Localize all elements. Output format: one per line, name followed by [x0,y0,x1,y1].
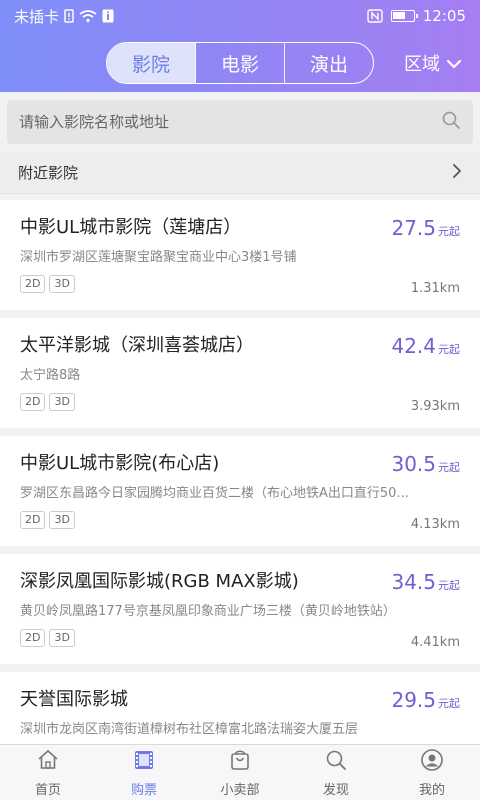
carrier-text: 未插卡 [14,7,60,26]
price-value: 34.5 [391,570,436,594]
format-tag: 3D [49,629,75,647]
region-selector[interactable]: 区域 [404,50,462,76]
cinema-list: 中影UL城市影院（莲塘店） 深圳市罗湖区莲塘聚宝路聚宝商业中心3楼1号铺 2D … [0,200,480,744]
home-icon [36,748,60,776]
nav-home-label: 首页 [34,782,61,798]
region-label: 区域 [404,54,440,75]
nav-tickets[interactable]: 购票 [96,745,192,800]
cinema-price: 29.5 元起 [391,688,460,712]
nfc-icon [367,9,383,23]
nav-snacks-label: 小卖部 [220,782,260,798]
header: 未插卡 12:05 影院 电影 演出 区域 [0,0,480,92]
nav-discover[interactable]: 发现 [288,745,384,800]
price-unit: 元起 [438,579,460,592]
cinema-price: 42.4 元起 [391,334,460,358]
cinema-distance: 3.93km [410,399,460,414]
bottom-nav: 首页 购票 小卖部 发现 我的 [0,744,480,800]
cinema-item[interactable]: 深影凤凰国际影城(RGB MAX影城) 黄贝岭凤凰路177号京基凤凰印象商业广场… [0,554,480,664]
status-time: 12:05 [422,7,466,25]
price-unit: 元起 [438,343,460,356]
battery-icon [390,10,418,22]
cinema-price: 34.5 元起 [391,570,460,594]
price-value: 29.5 [391,688,436,712]
nav-mine-label: 我的 [418,782,445,798]
status-left: 未插卡 [14,6,114,27]
format-tag: 2D [20,511,46,529]
cinema-distance: 4.13km [410,517,460,532]
format-tag: 2D [20,275,46,293]
nav-home[interactable]: 首页 [0,745,96,800]
search-icon [324,748,348,776]
format-tags: 2D 3D [20,393,462,411]
cinema-address: 深圳市龙岗区南湾街道樟树布社区樟富北路法瑞姿大厦五层 [20,722,359,737]
wifi-icon [79,9,97,23]
film-icon [132,748,156,776]
category-segment: 影院 电影 演出 [106,42,374,84]
nearby-cinemas-row[interactable]: 附近影院 [0,152,480,194]
price-value: 27.5 [391,216,436,240]
format-tag: 3D [49,511,75,529]
cinema-address: 太宁路8路 [20,368,81,383]
format-tag: 3D [49,275,75,293]
cinema-item[interactable]: 中影UL城市影院(布心店) 罗湖区东昌路今日家园腾均商业百货二楼（布心地铁A出口… [0,436,480,546]
nav-snacks[interactable]: 小卖部 [192,745,288,800]
cinema-item[interactable]: 太平洋影城（深圳喜荟城店） 太宁路8路 2D 3D 42.4 元起 3.93km [0,318,480,428]
price-value: 42.4 [391,334,436,358]
cinema-address: 黄贝岭凤凰路177号京基凤凰印象商业广场三楼（黄贝岭地铁站） [20,604,396,619]
format-tag: 3D [49,393,75,411]
status-bar: 未插卡 12:05 [0,0,480,32]
search-box[interactable] [7,100,473,144]
nearby-label: 附近影院 [18,164,79,182]
price-unit: 元起 [438,697,460,710]
price-value: 30.5 [391,452,436,476]
status-right: 12:05 [367,7,466,25]
cinema-address: 罗湖区东昌路今日家园腾均商业百货二楼（布心地铁A出口直行50... [20,486,409,501]
search-section [0,92,480,150]
sim-alert-icon [64,9,74,23]
format-tag: 2D [20,629,46,647]
format-tags: 2D 3D [20,629,462,647]
nav-mine[interactable]: 我的 [384,745,480,800]
tab-movie[interactable]: 电影 [196,43,285,83]
search-icon[interactable] [441,110,461,134]
chevron-right-icon [452,163,462,183]
nav-discover-label: 发现 [322,782,349,798]
bag-icon [228,748,252,776]
search-input[interactable] [19,113,441,131]
user-icon [420,748,444,776]
tab-show[interactable]: 演出 [285,43,373,83]
format-tags: 2D 3D [20,275,462,293]
cinema-price: 30.5 元起 [391,452,460,476]
cinema-distance: 1.31km [410,281,460,296]
price-unit: 元起 [438,225,460,238]
format-tag: 2D [20,393,46,411]
cinema-address: 深圳市罗湖区莲塘聚宝路聚宝商业中心3楼1号铺 [20,250,297,265]
info-icon [102,9,114,23]
cinema-price: 27.5 元起 [391,216,460,240]
chevron-down-icon [446,53,462,74]
format-tags: 2D 3D [20,511,462,529]
cinema-item[interactable]: 天誉国际影城 深圳市龙岗区南湾街道樟树布社区樟富北路法瑞姿大厦五层 29.5 元… [0,672,480,744]
cinema-item[interactable]: 中影UL城市影院（莲塘店） 深圳市罗湖区莲塘聚宝路聚宝商业中心3楼1号铺 2D … [0,200,480,310]
price-unit: 元起 [438,461,460,474]
tab-cinema[interactable]: 影院 [107,43,196,83]
cinema-distance: 4.41km [410,635,460,650]
nav-tickets-label: 购票 [130,782,157,798]
